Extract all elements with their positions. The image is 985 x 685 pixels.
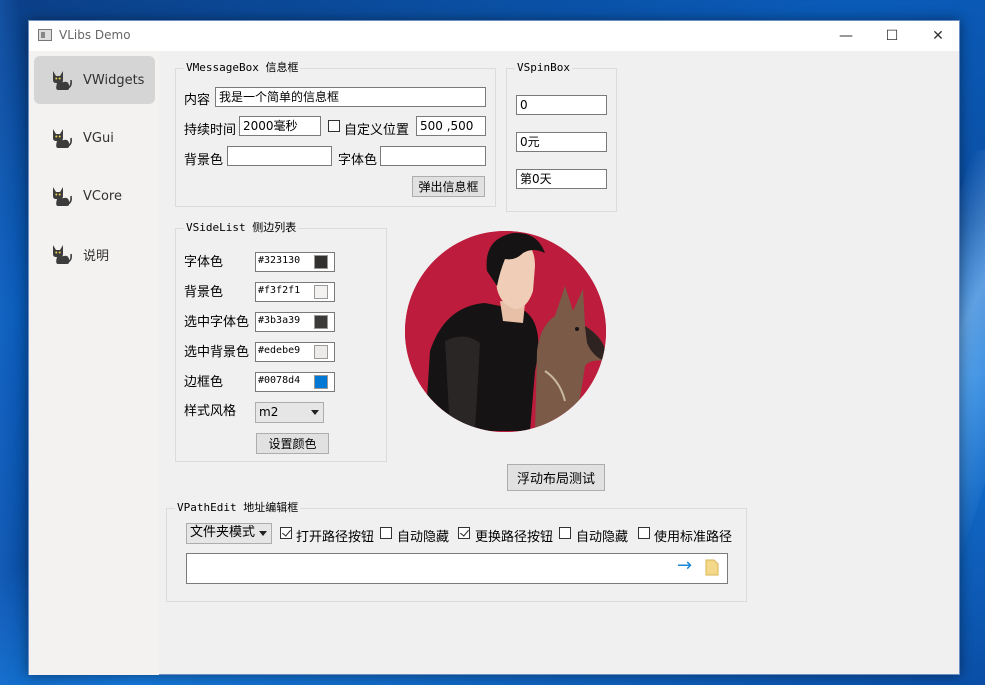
standard-path-checkbox[interactable] (638, 527, 650, 539)
color-swatch[interactable] (314, 285, 328, 299)
group-title: VMessageBox 信息框 (184, 61, 301, 75)
sidebar-item-label: VWidgets (83, 72, 145, 88)
message-box-group: VMessageBox 信息框 内容 我是一个简单的信息框 持续时间 2000毫… (175, 61, 496, 207)
auto-hide-change-checkbox[interactable] (559, 527, 571, 539)
set-color-button[interactable]: 设置颜色 (256, 433, 329, 454)
chevron-down-icon (311, 410, 319, 415)
app-icon (38, 29, 52, 41)
bg-color-input[interactable] (227, 146, 332, 166)
sidebar-item-vgui[interactable]: VGui (34, 114, 155, 162)
border-color-field[interactable]: #0078d4 (255, 372, 335, 392)
maximize-icon: ☐ (885, 28, 899, 44)
font-color-label: 字体色 (184, 255, 224, 270)
selected-bg-color-label: 选中背景色 (184, 345, 250, 360)
duration-label: 持续时间 (184, 123, 237, 138)
path-input[interactable] (186, 553, 728, 584)
custom-position-label: 自定义位置 (344, 123, 410, 138)
change-path-button-label: 更换路径按钮 (475, 530, 554, 545)
spin-box-int[interactable]: 0 (516, 95, 607, 115)
auto-hide-open-checkbox[interactable] (380, 527, 392, 539)
auto-hide-open-label: 自动隐藏 (397, 530, 450, 545)
color-hex-text: #edebe9 (258, 345, 301, 356)
open-path-button-checkbox[interactable] (280, 527, 292, 539)
color-swatch[interactable] (314, 375, 328, 389)
minimize-button[interactable]: — (823, 21, 869, 51)
color-hex-text: #0078d4 (258, 375, 301, 386)
go-arrow-icon[interactable]: → (677, 555, 692, 576)
standard-path-label: 使用标准路径 (654, 530, 733, 545)
close-icon: ✕ (932, 28, 944, 44)
sidebar-item-label: VCore (83, 188, 122, 204)
title-bar: VLibs Demo — ☐ ✕ (29, 21, 959, 51)
duration-input[interactable]: 2000毫秒 (239, 116, 321, 136)
mode-select[interactable]: 文件夹模式 (186, 523, 272, 544)
bg-color-field[interactable]: #f3f2f1 (255, 282, 335, 302)
chevron-down-icon (259, 531, 267, 536)
bg-color-label: 背景色 (184, 153, 224, 168)
mode-select-value: 文件夹模式 (190, 525, 256, 540)
color-swatch[interactable] (314, 315, 328, 329)
bg-color-label: 背景色 (184, 285, 224, 300)
content-input[interactable]: 我是一个简单的信息框 (215, 87, 486, 107)
cat-icon (53, 71, 72, 90)
window-title: VLibs Demo (59, 28, 131, 42)
color-hex-text: #f3f2f1 (258, 285, 301, 296)
font-color-label: 字体色 (338, 153, 378, 168)
cat-icon (53, 187, 72, 206)
sidebar-item-readme[interactable]: 说明 (34, 230, 155, 278)
close-button[interactable]: ✕ (915, 21, 961, 51)
font-color-input[interactable] (380, 146, 486, 166)
selected-font-color-field[interactable]: #3b3a39 (255, 312, 335, 332)
sidebar-item-vwidgets[interactable]: VWidgets (34, 56, 155, 104)
path-edit-group: VPathEdit 地址编辑框 文件夹模式 打开路径按钮 自动隐藏 更换路径按钮… (166, 501, 747, 602)
float-layout-test-button[interactable]: 浮动布局测试 (507, 464, 605, 491)
border-color-label: 边框色 (184, 375, 224, 390)
sidebar-item-label: 说明 (83, 248, 110, 264)
color-swatch[interactable] (314, 255, 328, 269)
group-title: VPathEdit 地址编辑框 (175, 501, 301, 515)
avatar (405, 231, 606, 432)
auto-hide-change-label: 自动隐藏 (576, 530, 629, 545)
selected-bg-color-field[interactable]: #edebe9 (255, 342, 335, 362)
open-path-button-label: 打开路径按钮 (296, 530, 375, 545)
minimize-icon: — (839, 28, 853, 44)
style-select-value: m2 (259, 405, 279, 419)
app-window: VLibs Demo — ☐ ✕ VWidgets VGui VCore 说明 … (28, 20, 960, 675)
group-title: VSpinBox (515, 61, 572, 75)
selected-font-color-label: 选中字体色 (184, 315, 250, 330)
color-hex-text: #323130 (258, 255, 301, 266)
folder-icon[interactable] (705, 559, 719, 576)
cat-icon (53, 245, 72, 264)
maximize-button[interactable]: ☐ (869, 21, 915, 51)
color-hex-text: #3b3a39 (258, 315, 301, 326)
popup-message-button[interactable]: 弹出信息框 (412, 176, 485, 197)
content-label: 内容 (184, 93, 211, 108)
font-color-field[interactable]: #323130 (255, 252, 335, 272)
spin-box-day[interactable]: 第0天 (516, 169, 607, 189)
desktop-glow-left (0, 0, 20, 685)
position-input[interactable]: 500 ,500 (416, 116, 486, 136)
style-select[interactable]: m2 (255, 402, 324, 423)
spin-box-group: VSpinBox 0 0元 第0天 (506, 61, 617, 212)
cat-icon (53, 129, 72, 148)
group-title: VSideList 侧边列表 (184, 221, 299, 235)
custom-position-checkbox[interactable] (328, 120, 340, 132)
avatar-illustration (405, 231, 606, 432)
color-swatch[interactable] (314, 345, 328, 359)
change-path-button-checkbox[interactable] (458, 527, 470, 539)
style-label: 样式风格 (184, 404, 237, 419)
side-list-group: VSideList 侧边列表 字体色 #323130 背景色 #f3f2f1 选… (175, 221, 387, 462)
sidebar: VWidgets VGui VCore 说明 (29, 51, 159, 675)
sidebar-item-vcore[interactable]: VCore (34, 172, 155, 220)
spin-box-currency[interactable]: 0元 (516, 132, 607, 152)
sidebar-item-label: VGui (83, 130, 114, 146)
